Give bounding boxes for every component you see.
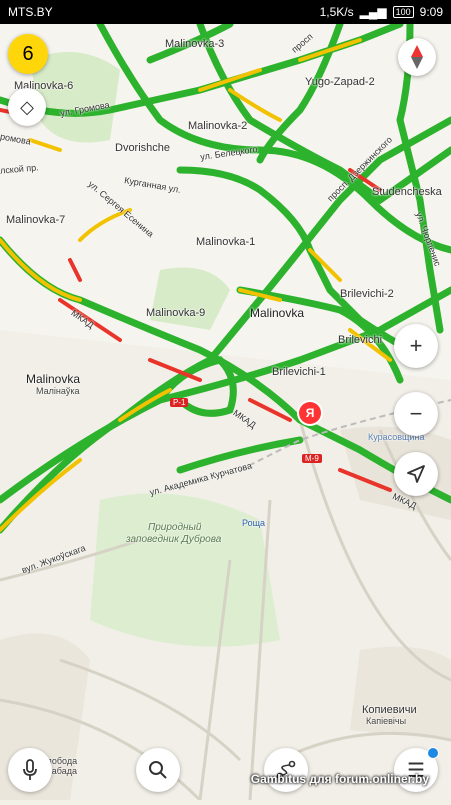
net-speed-label: 1,5K/s — [319, 5, 354, 19]
zoom-out-button[interactable]: − — [394, 392, 438, 436]
village-label-by: Капіевічы — [366, 716, 407, 726]
district-label: Malinovka-3 — [165, 38, 225, 50]
zoom-in-button[interactable]: + — [394, 324, 438, 368]
road-shield: М-9 — [302, 454, 322, 463]
traffic-level-button[interactable]: 6 — [8, 34, 48, 74]
battery-icon: 100 — [392, 6, 414, 18]
search-button[interactable] — [136, 748, 180, 792]
microphone-icon — [23, 759, 37, 780]
my-location-button[interactable] — [394, 452, 438, 496]
forest-area — [90, 493, 280, 647]
map-view[interactable]: Malinovka-3 Malinovka-6 Yugo-Zapad-2 Mal… — [0, 20, 451, 802]
carrier-label: MTS.BY — [8, 5, 53, 19]
my-location-pin: Я — [299, 402, 321, 424]
village-label-by: Малінаўка — [36, 386, 80, 396]
district-label: Studencheska — [372, 186, 442, 198]
reserve-label: Природный — [148, 522, 202, 533]
status-bar: MTS.BY 1,5K/s ▂▄▆ 100 9:09 — [0, 0, 451, 24]
compass-button[interactable] — [398, 38, 436, 76]
district-label: Dvorishche — [115, 142, 171, 154]
district-label: Malinovka-1 — [196, 236, 256, 248]
signal-icon: ▂▄▆ — [359, 5, 387, 19]
watermark: Gambitus для forum.onliner.by — [250, 772, 429, 786]
layers-icon: ◇ — [20, 96, 34, 117]
metro-station-label: Malinovka — [250, 306, 305, 320]
notification-dot — [427, 747, 439, 759]
plus-icon: + — [409, 333, 423, 358]
pin-label: Я — [305, 406, 315, 420]
layers-button[interactable]: ◇ — [8, 88, 46, 126]
district-label: Yugo-Zapad-2 — [305, 76, 375, 88]
navigation-arrow-icon — [407, 465, 425, 483]
district-label: Brilevichi — [338, 334, 383, 346]
district-label: Malinovka-7 — [6, 214, 66, 226]
clock: 9:09 — [419, 5, 443, 19]
search-icon — [149, 761, 167, 779]
district-label: Brilevichi-1 — [272, 366, 326, 378]
voice-search-button[interactable] — [8, 748, 52, 792]
minus-icon: − — [409, 401, 423, 426]
village-label: Malinovka — [26, 372, 81, 386]
residential-area — [350, 646, 451, 740]
road-shield: Р-1 — [170, 398, 189, 407]
reserve-label: заповедник Дуброва — [126, 534, 222, 545]
station-label: Роща — [242, 518, 266, 528]
district-label: Malinovka-9 — [146, 307, 206, 319]
traffic-level-value: 6 — [22, 42, 34, 65]
district-label: Brilevichi-2 — [340, 288, 394, 300]
district-label: Malinovka-2 — [188, 120, 248, 132]
compass-icon — [411, 45, 423, 69]
village-label: Копиевичи — [362, 704, 417, 716]
